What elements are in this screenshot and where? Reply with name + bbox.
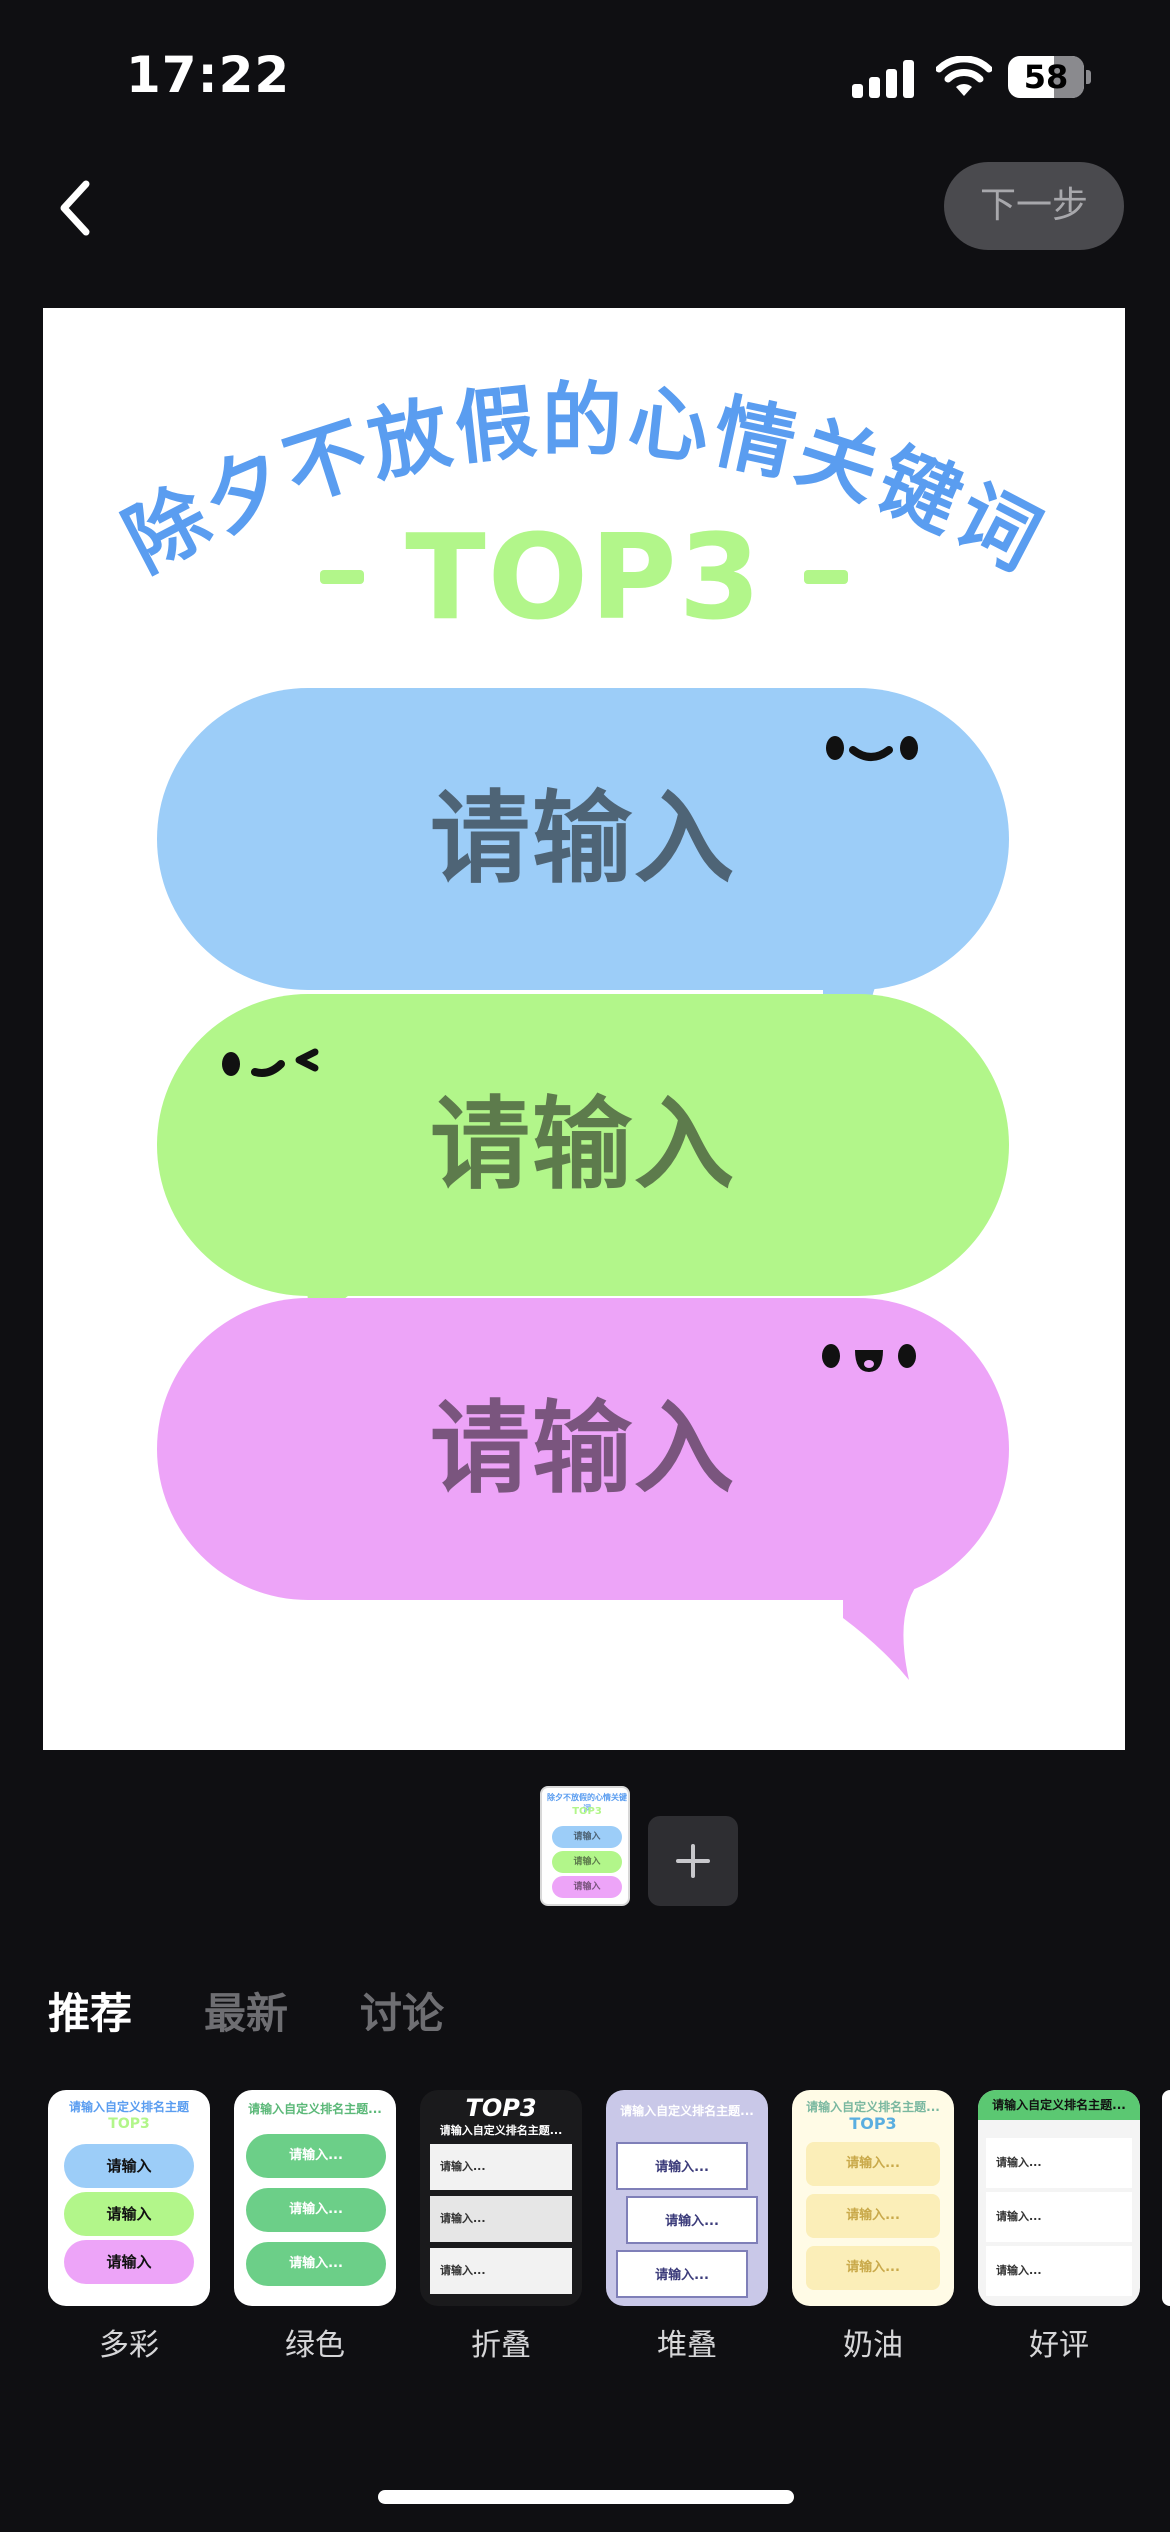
template-subtitle: TOP3 [108, 2116, 150, 2132]
template-item: 请输入... [806, 2246, 940, 2290]
template-label-fold: 折叠 [471, 2328, 531, 2363]
status-time: 17:22 [126, 46, 291, 104]
thumb-item-3: 请输入 [552, 1876, 622, 1898]
template-fold[interactable]: TOP3 请输入自定义排名主题... 请输入... 请输入... 请输入... [420, 2090, 582, 2306]
cute-face-icon [822, 1344, 916, 1372]
template-item: 请输入... [806, 2194, 940, 2238]
ranking-bubble-1[interactable]: 请输入 [157, 688, 1009, 990]
template-item: 请输入... [986, 2246, 1132, 2296]
add-page-button[interactable] [648, 1816, 738, 1906]
template-item: 请输入... [986, 2192, 1132, 2242]
tab-latest[interactable]: 最新 [204, 1980, 288, 2041]
subtitle-dash-left [320, 570, 365, 584]
thumb-item-2: 请输入 [552, 1851, 622, 1873]
ranking-bubble-3[interactable]: 请输入 [157, 1298, 1009, 1600]
template-stack[interactable]: 请输入自定义排名主题... 请输入... 请输入... 请输入... [606, 2090, 768, 2306]
page-thumbnail[interactable]: 除夕不放假的心情关键词 TOP3 请输入 请输入 请输入 [540, 1786, 630, 1906]
template-label-cream: 奶油 [843, 2328, 903, 2363]
ranking-bubble-2[interactable]: 请输入 [157, 994, 1009, 1296]
cellular-signal-icon [852, 60, 916, 98]
template-item: 请输入... [616, 2250, 748, 2298]
poster-canvas[interactable]: 除夕不放假的心情关键词 TOP3 请输入 请输入 请输入 [43, 308, 1125, 1750]
template-item: 请输入... [986, 2138, 1132, 2188]
next-step-button[interactable]: 下一步 [944, 162, 1124, 250]
template-header: 请输入自定义排名主题... [806, 2100, 940, 2114]
template-item: 请输入 [64, 2144, 194, 2188]
template-item: 请输入... [626, 2196, 758, 2244]
template-header: 请输入自定义排名主题 [68, 2100, 189, 2114]
poster-subtitle[interactable]: TOP3 [43, 508, 1125, 646]
subtitle-dash-right [803, 570, 848, 584]
template-item: 请输入... [246, 2134, 386, 2178]
thumb-subtitle: TOP3 [572, 1806, 602, 1817]
wink-face-icon [222, 1048, 319, 1077]
template-label-colorful: 多彩 [99, 2328, 159, 2363]
template-item: 请输入... [246, 2188, 386, 2232]
template-cream[interactable]: 请输入自定义排名主题... TOP3 请输入... 请输入... 请输入... [792, 2090, 954, 2306]
wifi-icon [936, 56, 992, 96]
template-subtitle: 请输入自定义排名主题... [439, 2124, 563, 2137]
template-item: 请输入... [616, 2142, 748, 2190]
battery-level: 58 [1023, 58, 1069, 96]
template-item: 请输入... [806, 2142, 940, 2186]
plus-icon [676, 1844, 710, 1878]
template-header: 请输入自定义排名主题... [978, 2090, 1140, 2120]
home-indicator [378, 2490, 794, 2504]
smile-face-icon [826, 736, 918, 761]
template-item: 请输入 [64, 2240, 194, 2284]
battery-icon: 58 [1008, 56, 1091, 98]
template-item: 请输入... [430, 2248, 572, 2294]
template-green[interactable]: 请输入自定义排名主题... 请输入... 请输入... 请输入... [234, 2090, 396, 2306]
template-label-green: 绿色 [285, 2328, 345, 2363]
poster-subtitle-text: TOP3 [405, 508, 763, 646]
template-header: TOP3 [465, 2094, 537, 2122]
template-header: 请输入自定义排名主题... [248, 2102, 382, 2116]
template-item: 请输入... [430, 2196, 572, 2242]
template-label-stack: 堆叠 [657, 2328, 717, 2363]
template-item: 请输入... [430, 2144, 572, 2190]
back-button[interactable] [48, 172, 104, 244]
template-subtitle: TOP3 [849, 2114, 897, 2133]
template-item: 请输入... [246, 2242, 386, 2286]
tab-recommended[interactable]: 推荐 [48, 1980, 132, 2041]
template-colorful[interactable]: 请输入自定义排名主题 TOP3 请输入 请输入 请输入 [48, 2090, 210, 2306]
status-bar: 17:22 58 [0, 0, 1170, 150]
thumb-title: 除夕不放假的心情关键词 [547, 1793, 627, 1813]
template-label-review: 好评 [1029, 2328, 1089, 2363]
template-item: 请输入 [64, 2192, 194, 2236]
thumb-item-1: 请输入 [552, 1826, 622, 1848]
tab-discussion[interactable]: 讨论 [360, 1980, 444, 2041]
template-next-partial[interactable] [1162, 2090, 1170, 2306]
ranking-text-2[interactable]: 请输入 [157, 994, 1009, 1296]
template-review[interactable]: 请输入自定义排名主题... 请输入... 请输入... 请输入... [978, 2090, 1140, 2306]
template-header: 请输入自定义排名主题... [620, 2104, 754, 2118]
